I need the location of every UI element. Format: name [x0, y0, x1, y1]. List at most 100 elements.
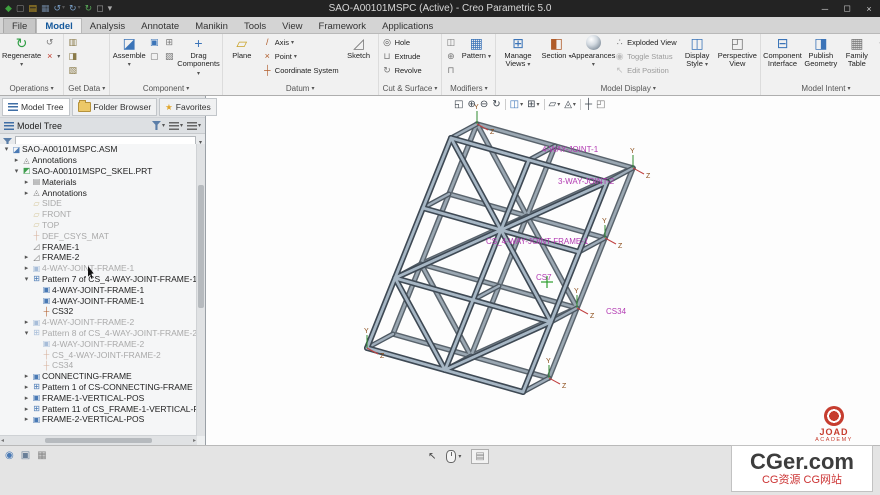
saved-views-button[interactable]: ⊞▾ — [527, 99, 539, 110]
tab-analysis[interactable]: Analysis — [82, 19, 133, 33]
title-bar[interactable]: ◆▢▤▦↺▾↻▾↻◻▾ SAO-A00101MSPC (Active) - Cr… — [0, 0, 880, 17]
graphics-area[interactable]: YZYZYZYZYZYZ4-WAY-JOINT-13-WAY-JOINT-2CS… — [206, 96, 880, 445]
redo-button[interactable]: ↻▾ — [69, 2, 81, 15]
scroll-left-arrow-icon[interactable]: ◂ — [1, 437, 4, 444]
tab-manikin[interactable]: Manikin — [187, 19, 236, 33]
pattern-button[interactable]: ▦Pattern ▾ — [458, 33, 494, 61]
tree-item[interactable]: ▱TOP — [0, 220, 197, 231]
exploded-view-button[interactable]: ∴Exploded View — [612, 35, 678, 49]
window-button[interactable]: ◻ — [96, 2, 103, 15]
undo-button[interactable]: ↺▾ — [53, 2, 65, 15]
group-label[interactable]: Cut & Surface▾ — [380, 82, 441, 95]
tab-file[interactable]: File — [3, 18, 36, 33]
group-label[interactable]: Component▾ — [111, 82, 221, 95]
save-button[interactable]: ▦ — [41, 2, 50, 15]
expand-toggle-icon[interactable]: ▸ — [22, 415, 31, 423]
copy-geometry-button[interactable]: ◨ — [65, 49, 80, 63]
tree-item[interactable]: ▸⊞Pattern 11 of CS_FRAME-1-VERTICAL-POS — [0, 403, 197, 414]
zoom-out-button[interactable]: ⊖ — [480, 99, 488, 110]
section-button[interactable]: ◧Section ▾ — [539, 33, 575, 61]
tab-annotate[interactable]: Annotate — [133, 19, 187, 33]
tab-tools[interactable]: Tools — [236, 19, 274, 33]
group-label[interactable]: Datum▾ — [224, 82, 377, 95]
create-component-button[interactable]: ▣ — [147, 35, 161, 49]
appearances-button[interactable]: Appearances ▾ — [575, 33, 613, 69]
expand-toggle-icon[interactable]: ▸ — [22, 318, 31, 326]
axis-button[interactable]: /Axis▾ — [260, 35, 341, 49]
expand-toggle-icon[interactable]: ▸ — [22, 383, 31, 391]
expand-toggle-icon[interactable]: ▸ — [22, 178, 31, 186]
tree-item[interactable]: ▱SIDE — [0, 198, 197, 209]
scroll-thumb[interactable] — [45, 438, 152, 443]
expand-toggle-icon[interactable]: ▾ — [2, 145, 11, 153]
sketch-button[interactable]: ◿Sketch — [341, 33, 377, 60]
tree-item[interactable]: ▸▣FRAME-1-VERTICAL-POS — [0, 392, 197, 403]
expand-toggle-icon[interactable]: ▸ — [22, 405, 31, 413]
grid-button[interactable]: ▦ — [37, 450, 46, 461]
scroll-right-arrow-icon[interactable]: ▸ — [193, 437, 196, 444]
refit-button[interactable]: ◱ — [454, 99, 463, 110]
tree-item[interactable]: ▾⊞Pattern 7 of CS_4-WAY-JOINT-FRAME-1 — [0, 274, 197, 285]
tree-item[interactable]: ◿FRAME-1 — [0, 241, 197, 252]
expand-toggle-icon[interactable]: ▸ — [22, 264, 31, 272]
browser-button[interactable]: ◉ — [5, 450, 14, 461]
group-label[interactable]: Model Intent▾ — [762, 82, 880, 95]
tree-item[interactable]: ▸◬Annotations — [0, 187, 197, 198]
tree-item[interactable]: ▸▣4-WAY-JOINT-FRAME-1 — [0, 263, 197, 274]
expand-toggle-icon[interactable]: ▸ — [12, 156, 21, 164]
tree-horizontal-scrollbar[interactable]: ◂ ▸ — [0, 435, 197, 445]
tree-item[interactable]: ┼CS34 — [0, 360, 197, 371]
tree-item[interactable]: ▾◪SAO-A00101MSPC.ASM — [0, 144, 197, 155]
expand-toggle-icon[interactable]: ▸ — [22, 372, 31, 380]
expand-toggle-icon[interactable]: ▸ — [22, 253, 31, 261]
group-label[interactable]: Operations▾ — [1, 82, 62, 95]
tree-item[interactable]: ┼CS32 — [0, 306, 197, 317]
tree-item[interactable]: ▣4-WAY-JOINT-FRAME-2 — [0, 338, 197, 349]
tree-item[interactable]: ┼DEF_CSYS_MAT — [0, 230, 197, 241]
navigator-tab-model-tree[interactable]: Model Tree — [2, 98, 70, 116]
manage-views-button[interactable]: ⊞Manage Views ▾ — [497, 33, 538, 69]
intersect-button[interactable]: ⊓ — [443, 63, 458, 77]
tree-item[interactable]: ▣4-WAY-JOINT-FRAME-1 — [0, 284, 197, 295]
filter-mouse-button[interactable]: ▾ — [446, 450, 461, 463]
parameters-button[interactable]: [] — [875, 49, 880, 63]
import-button[interactable]: ▥ — [65, 35, 80, 49]
tab-view[interactable]: View — [274, 19, 310, 33]
tree-item[interactable]: ▣4-WAY-JOINT-FRAME-1 — [0, 295, 197, 306]
coordinate-system-button[interactable]: ┼Coordinate System — [260, 63, 341, 77]
perspective-view-button[interactable]: ◰Perspective View — [716, 33, 759, 69]
drag-components-button[interactable]: +Drag Components ▾ — [176, 33, 221, 78]
restore-button[interactable]: ↺ — [42, 35, 62, 49]
tree-vertical-scrollbar[interactable] — [196, 144, 205, 436]
tree-item[interactable]: ▸▣FRAME-2-VERTICAL-POS — [0, 414, 197, 425]
datum-display-button[interactable]: ▱▾ — [549, 99, 561, 110]
navigator-tab-folder-browser[interactable]: Folder Browser — [72, 98, 158, 116]
expand-toggle-icon[interactable]: ▾ — [22, 329, 31, 337]
tree-item[interactable]: ▱FRONT — [0, 209, 197, 220]
minimize-button[interactable]: ─ — [814, 0, 836, 17]
scroll-thumb[interactable] — [198, 185, 204, 308]
tab-framework[interactable]: Framework — [311, 19, 375, 33]
package-button[interactable]: ▢ — [147, 49, 161, 63]
perspective-button[interactable]: ◰ — [596, 99, 605, 110]
settings-button[interactable]: ▾ — [187, 121, 201, 130]
plane-button[interactable]: ▱Plane — [224, 33, 260, 60]
tab-model[interactable]: Model — [36, 18, 81, 33]
tree-item[interactable]: ┼CS_4-WAY-JOINT-FRAME-2 — [0, 349, 197, 360]
tree-item[interactable]: ▾◩SAO-A00101MSPC_SKEL.PRT — [0, 166, 197, 177]
tree-item[interactable]: ▸◬Annotations — [0, 155, 197, 166]
navigator-tab-favorites[interactable]: ★Favorites — [159, 98, 217, 116]
edit-position-button[interactable]: ↖Edit Position — [612, 63, 678, 77]
tree-item[interactable]: ▾⊞Pattern 8 of CS_4-WAY-JOINT-FRAME-2 — [0, 328, 197, 339]
shrinkwrap-button[interactable]: ▧ — [65, 63, 80, 77]
mirror-button[interactable]: ◫ — [443, 35, 458, 49]
delete-button[interactable]: ×▾ — [42, 49, 62, 63]
customize-button[interactable]: ▾ — [108, 2, 113, 15]
annotation-display-button[interactable]: ◬▾ — [564, 99, 576, 110]
regenerate-button[interactable]: ↻Regenerate ▾ — [1, 33, 42, 69]
component-interface-button[interactable]: ⊟Component Interface — [762, 33, 803, 69]
sheet-button[interactable]: ▤ — [471, 449, 488, 464]
revolve-button[interactable]: ↻Revolve — [380, 63, 424, 77]
tree-item[interactable]: ▸◿FRAME-2 — [0, 252, 197, 263]
close-button[interactable]: × — [858, 0, 880, 17]
